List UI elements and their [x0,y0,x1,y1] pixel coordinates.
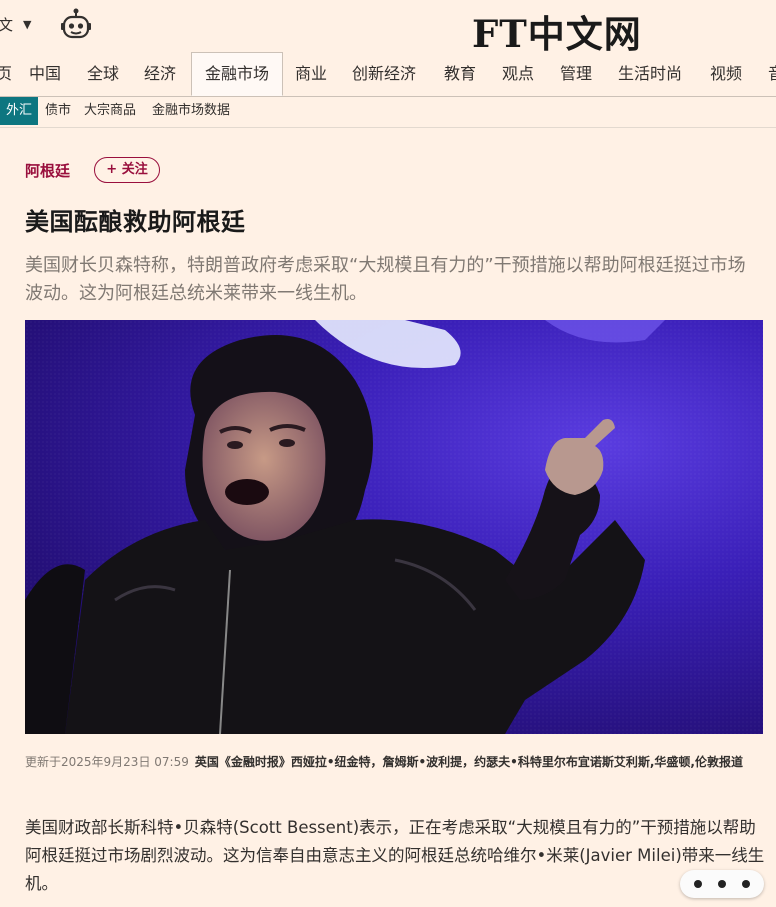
nav-item-home[interactable]: 页 [0,52,12,96]
subnav-item-forex[interactable]: 外汇 [0,97,39,125]
subnav-item-market-data[interactable]: 金融市场数据 [152,97,230,125]
article-headline: 美国酝酿救助阿根廷 [25,208,246,236]
nav-item-video[interactable]: 视频 [710,52,742,96]
article-standfirst: 美国财长贝森特称，特朗普政府考虑采取“大规模且有力的”干预措施以帮助阿根廷挺过市… [25,255,746,304]
nav-item-management[interactable]: 管理 [560,52,592,96]
chevron-down-icon: ▼ [23,18,32,31]
nav-item-audio[interactable]: 音 [768,52,776,96]
topic-tag[interactable]: 阿根廷 [25,160,70,181]
language-label: 文 [0,16,14,34]
nav-item-business[interactable]: 商业 [295,52,327,96]
site-logo[interactable]: FT中文网 [472,4,642,58]
subnav-item-bonds[interactable]: 债市 [45,97,71,125]
subnav-item-commodities[interactable]: 大宗商品 [84,97,136,125]
nav-item-global[interactable]: 全球 [87,52,119,96]
follow-button[interactable]: + 关注 [94,157,160,183]
update-timestamp: 更新于2025年9月23日 07:59 [25,755,189,769]
more-dots-icon[interactable] [680,870,764,898]
nav-item-china[interactable]: 中国 [29,52,61,96]
article-body: 美国财政部长斯科特•贝森特(Scott Bessent)表示，正在考虑采取“大规… [25,818,765,893]
nav-item-opinion[interactable]: 观点 [502,52,534,96]
nav-item-education[interactable]: 教育 [444,52,476,96]
main-nav: 页 中国 全球 经济 金融市场 商业 创新经济 教育 观点 管理 生活时尚 视频… [0,52,776,97]
article-byline: 更新于2025年9月23日 07:59 英国《金融时报》西娅拉•纽金特，詹姆斯•波… [25,752,765,772]
nav-item-innovation[interactable]: 创新经济 [352,52,416,96]
nav-item-economy[interactable]: 经济 [144,52,176,96]
language-switcher[interactable]: 文 ▼ [0,14,31,35]
photo-illustration [25,320,763,734]
article-photo [25,320,763,734]
nav-item-financial-markets[interactable]: 金融市场 [191,52,283,96]
author-list: 英国《金融时报》西娅拉•纽金特，詹姆斯•波利提，约瑟夫•科特里尔布宜诺斯艾利斯,… [194,755,743,769]
sub-nav: 外汇 债市 大宗商品 金融市场数据 [0,97,776,128]
nav-item-lifestyle[interactable]: 生活时尚 [618,52,682,96]
robot-icon[interactable] [60,8,92,42]
top-bar: 文 ▼ FT中文网 [0,0,776,56]
